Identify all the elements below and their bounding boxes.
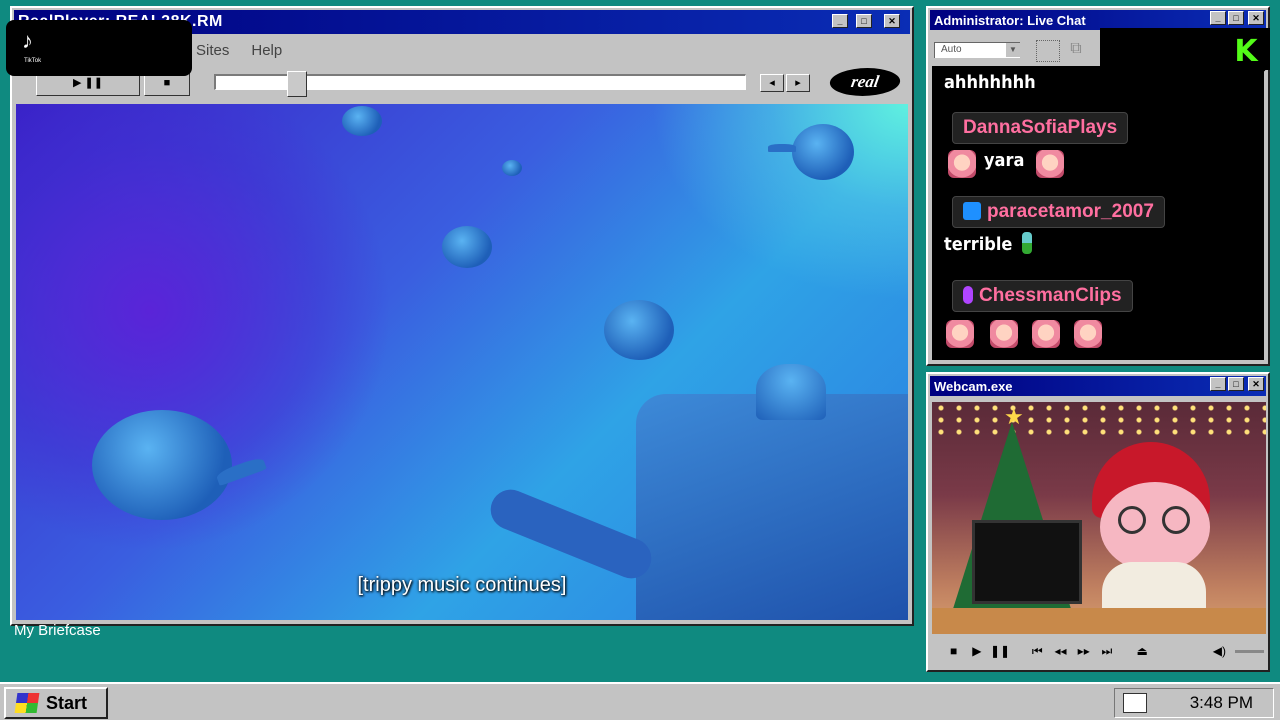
emote-icon xyxy=(1032,320,1060,348)
chat-username: paracetamor_2007 xyxy=(987,201,1154,222)
volume-slider[interactable] xyxy=(1234,649,1264,653)
copy-icon[interactable]: ⧉ xyxy=(1064,40,1088,62)
video-subtitle: [trippy music continues] xyxy=(357,574,567,596)
chat-feed[interactable]: ahhhhhhh DannaSofiaPlays yara paracetamo… xyxy=(932,66,1264,360)
start-button[interactable]: Start xyxy=(4,687,108,719)
computer-monitor xyxy=(972,520,1082,604)
minimize-button[interactable]: _ xyxy=(832,14,848,28)
tiktok-watermark: ♪ TikTok xyxy=(6,20,192,76)
skip-back-icon[interactable]: ⏮ xyxy=(1026,644,1049,659)
seek-slider[interactable] xyxy=(214,71,746,97)
desk xyxy=(932,608,1266,634)
chat-message-text: terrible xyxy=(944,234,1013,255)
chat-username[interactable]: DannaSofiaPlays xyxy=(952,112,1129,144)
webcam-maximize-button[interactable]: □ xyxy=(1228,377,1244,391)
microphone-icon xyxy=(963,286,973,304)
tiktok-logo-icon: ♪ xyxy=(22,28,33,53)
seek-thumb[interactable] xyxy=(287,71,307,97)
video-area[interactable]: [trippy music continues] xyxy=(16,104,908,620)
chat-message-text: yara xyxy=(984,150,1025,171)
tiktok-label: TikTok xyxy=(24,58,42,64)
scheduler-icon[interactable] xyxy=(1123,693,1147,713)
system-tray: 3:48 PM xyxy=(1114,688,1274,718)
teapot-spout xyxy=(768,144,796,152)
forward-button[interactable]: ▸ xyxy=(786,74,810,92)
auto-dropdown-value: Auto xyxy=(941,44,962,55)
stop-icon[interactable]: ■ xyxy=(942,644,965,658)
chat-username-row[interactable]: paracetamor_2007 xyxy=(952,196,1165,228)
chat-maximize-button[interactable]: □ xyxy=(1228,11,1244,25)
rewind-button[interactable]: ◂ xyxy=(760,74,784,92)
chat-minimize-button[interactable]: _ xyxy=(1210,11,1226,25)
play-icon[interactable]: ▶ xyxy=(965,644,988,658)
pause-icon[interactable]: ❚❚ xyxy=(988,644,1011,658)
realplayer-window: RealPlayer: REAL28K.RM _ □ ✕ Sites Help … xyxy=(10,6,914,626)
chat-title: Administrator: Live Chat xyxy=(934,12,1086,28)
webcam-title: Webcam.exe xyxy=(934,378,1013,394)
badge-icon xyxy=(963,202,981,220)
teapot-shape xyxy=(442,226,492,268)
big-teapot-spout xyxy=(484,483,658,585)
chevron-down-icon: ▼ xyxy=(1006,43,1020,57)
eject-icon[interactable]: ⏏ xyxy=(1131,644,1154,658)
windows-logo-icon xyxy=(14,693,40,713)
webcam-controls: ■ ▶ ❚❚ ⏮ ◂◂ ▸▸ ⏭ ⏏ ◀) xyxy=(932,636,1264,666)
chat-username-row[interactable]: ChessmanClips xyxy=(952,280,1133,312)
close-button[interactable]: ✕ xyxy=(884,14,900,28)
select-icon[interactable] xyxy=(1036,40,1060,62)
emote-icon xyxy=(1074,320,1102,348)
emote-icon xyxy=(948,150,976,178)
emote-icon xyxy=(990,320,1018,348)
teapot-shape xyxy=(792,124,854,180)
kick-logo: K xyxy=(1226,32,1266,72)
maximize-button[interactable]: □ xyxy=(856,14,872,28)
chat-close-button[interactable]: ✕ xyxy=(1248,11,1264,25)
auto-dropdown[interactable]: Auto ▼ xyxy=(934,42,1020,58)
webcam-window: Webcam.exe _ □ ✕ ★ ■ ▶ ❚❚ ⏮ ◂◂ ▸▸ ⏭ ⏏ ◀) xyxy=(926,372,1270,672)
star-icon: ★ xyxy=(1004,404,1024,429)
skip-forward-icon[interactable]: ⏭ xyxy=(1095,644,1118,659)
menu-sites[interactable]: Sites xyxy=(196,42,229,59)
teapot-shape xyxy=(502,160,522,176)
real-logo: real xyxy=(827,68,903,96)
webcam-close-button[interactable]: ✕ xyxy=(1248,377,1264,391)
person-emoji-icon xyxy=(1022,232,1032,254)
glasses-left xyxy=(1118,506,1146,534)
taskbar: Start 3:48 PM xyxy=(0,682,1280,720)
clock[interactable]: 3:48 PM xyxy=(1190,693,1253,713)
start-label: Start xyxy=(46,692,88,713)
rewind-icon[interactable]: ◂◂ xyxy=(1049,644,1072,658)
teapot-shape xyxy=(92,410,232,520)
teapot-shape xyxy=(342,106,382,136)
big-teapot-lid xyxy=(756,364,826,420)
menu-help[interactable]: Help xyxy=(251,42,282,59)
fast-forward-icon[interactable]: ▸▸ xyxy=(1072,644,1095,658)
avatar-head xyxy=(1100,482,1210,572)
teapot-shape xyxy=(604,300,674,360)
emote-icon xyxy=(1036,150,1064,178)
webcam-view: ★ xyxy=(932,402,1266,634)
glasses-right xyxy=(1162,506,1190,534)
chat-message-text: ahhhhhhh xyxy=(944,72,1036,93)
emote-icon xyxy=(946,320,974,348)
chat-username: ChessmanClips xyxy=(979,285,1122,306)
volume-icon[interactable]: ◀) xyxy=(1208,644,1231,658)
my-briefcase-label[interactable]: My Briefcase xyxy=(14,622,101,639)
webcam-minimize-button[interactable]: _ xyxy=(1210,377,1226,391)
